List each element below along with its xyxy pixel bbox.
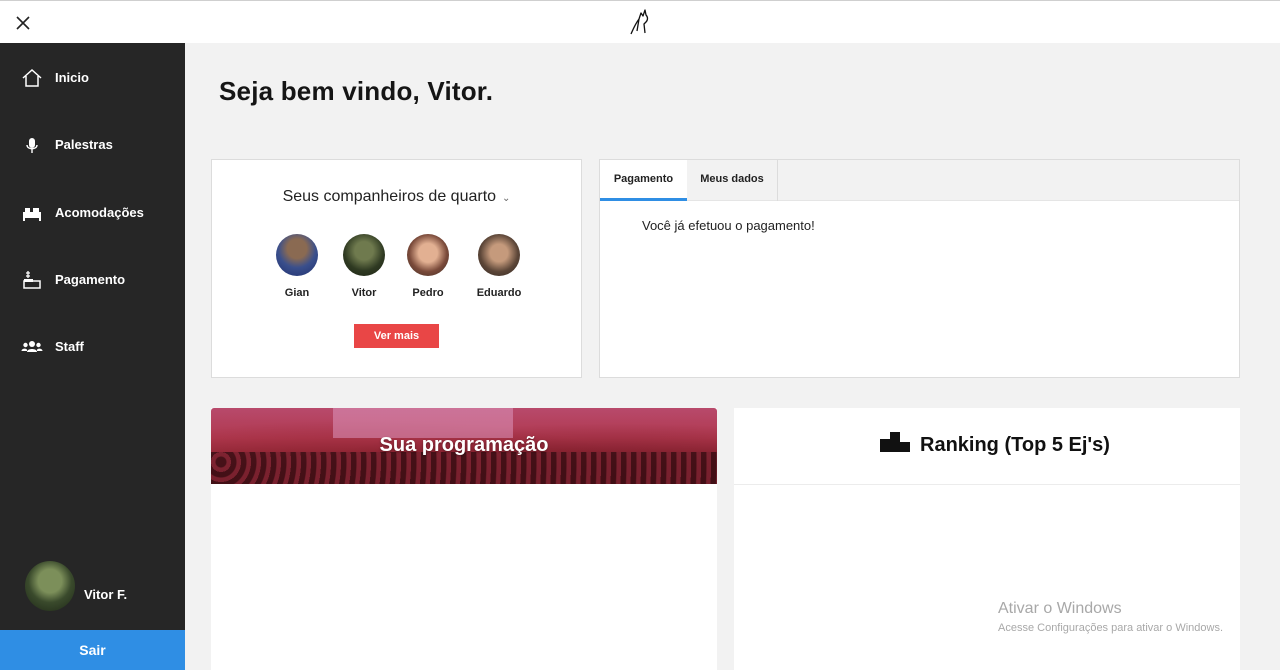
- sidebar-item-label: Acomodações: [55, 205, 144, 220]
- schedule-banner[interactable]: Sua programação: [211, 408, 717, 484]
- home-icon: [20, 66, 44, 90]
- roommate-name: Gian: [284, 287, 310, 299]
- roommate-name: Pedro: [412, 287, 444, 299]
- group-icon: [20, 335, 44, 359]
- sidebar-item-label: Staff: [55, 339, 84, 354]
- see-more-button[interactable]: Ver mais: [354, 324, 439, 348]
- ranking-title: Ranking (Top 5 Ej's): [920, 434, 1110, 456]
- payment-icon: [20, 268, 44, 292]
- roommate-name: Vitor: [351, 287, 377, 299]
- sidebar-item-label: Palestras: [55, 137, 113, 152]
- roommates-title: Seus companheiros de quarto: [282, 188, 497, 205]
- top-bar: [0, 0, 1280, 43]
- avatar: [407, 234, 449, 276]
- page-title: Seja bem vindo, Vitor.: [219, 76, 494, 106]
- profile-name: Vitor F.: [84, 587, 128, 602]
- roommates-dropdown[interactable]: Seus companheiros de quarto ⌄: [212, 188, 581, 206]
- avatar: [478, 234, 520, 276]
- logout-button[interactable]: Sair: [0, 630, 185, 670]
- roommate-item[interactable]: Pedro: [393, 234, 463, 299]
- avatar: [343, 234, 385, 276]
- sidebar-item-palestras[interactable]: Palestras: [0, 125, 185, 165]
- schedule-title: Sua programação: [379, 434, 549, 456]
- sidebar-item-acomodacoes[interactable]: Acomodações: [0, 193, 185, 233]
- microphone-icon: [20, 133, 44, 157]
- sidebar-item-label: Pagamento: [55, 272, 126, 287]
- tab-meus-dados[interactable]: Meus dados: [687, 160, 778, 201]
- sidebar-item-pagamento[interactable]: Pagamento: [0, 260, 185, 300]
- account-tabs-card: Pagamento Meus dados Você já efetuou o p…: [599, 159, 1240, 378]
- watermark-title: Ativar o Windows: [998, 600, 1122, 617]
- wolf-logo-icon: [626, 7, 654, 37]
- sidebar-item-staff[interactable]: Staff: [0, 327, 185, 367]
- avatar: [25, 561, 75, 611]
- roommates-card: Seus companheiros de quarto ⌄ Gian Vitor …: [211, 159, 582, 378]
- payment-status-text: Você já efetuou o pagamento!: [642, 218, 815, 233]
- tab-bar: Pagamento Meus dados: [600, 160, 1239, 201]
- roommate-item[interactable]: Eduardo: [464, 234, 534, 299]
- chevron-down-icon: ⌄: [502, 193, 511, 204]
- podium-icon: [880, 430, 910, 452]
- ranking-header: Ranking (Top 5 Ej's): [734, 408, 1240, 485]
- bed-icon: [20, 201, 44, 225]
- watermark-subtitle: Acesse Configurações para ativar o Windo…: [998, 622, 1223, 634]
- roommate-name: Eduardo: [476, 287, 522, 299]
- roommate-item[interactable]: Gian: [262, 234, 332, 299]
- sidebar-item-inicio[interactable]: Inicio: [0, 58, 185, 98]
- windows-watermark: Ativar o Windows Acesse Configurações pa…: [998, 600, 1223, 634]
- schedule-card: Sua programação: [211, 408, 717, 670]
- close-icon[interactable]: [14, 14, 32, 32]
- user-profile[interactable]: Vitor F.: [0, 558, 185, 618]
- sidebar-item-label: Inicio: [55, 70, 89, 85]
- roommate-item[interactable]: Vitor: [329, 234, 399, 299]
- avatar: [276, 234, 318, 276]
- sidebar: Inicio Palestras Acomodações Pagamento S…: [0, 43, 185, 670]
- tab-pagamento[interactable]: Pagamento: [600, 160, 687, 201]
